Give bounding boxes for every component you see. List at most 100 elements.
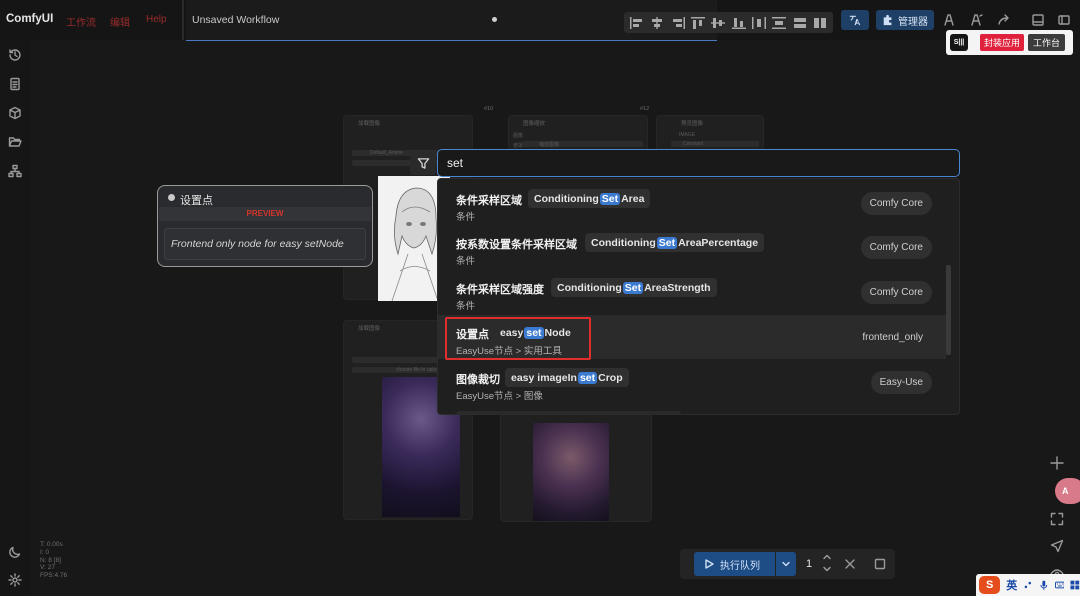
punctuation-icon[interactable] — [1023, 580, 1033, 590]
node-title: 预览图像 — [681, 121, 704, 127]
align-center-h-icon[interactable] — [648, 16, 666, 30]
clear-queue-button[interactable] — [873, 557, 887, 571]
node-image-label: Default_Anime — [370, 150, 403, 156]
focus-icon — [1058, 15, 1070, 25]
canvas-node-preview-image[interactable]: 预览图像 IMAGE Constant — [656, 115, 764, 153]
left-sidebar — [0, 40, 30, 596]
portrait-image — [533, 423, 609, 521]
history-button[interactable] — [8, 48, 24, 64]
align-top-icon[interactable] — [689, 16, 707, 30]
stack-horizontal-icon[interactable] — [791, 16, 809, 30]
distribute-h-icon[interactable] — [750, 16, 768, 30]
manager-button[interactable]: 管理器 — [876, 10, 934, 30]
node-preview-card: 设置点 PREVIEW Frontend only node for easy … — [157, 185, 373, 267]
node-preview-title: 设置点 — [180, 195, 213, 207]
chip-prefix: easy imageIn — [511, 371, 577, 384]
select-mode-button[interactable] — [1050, 539, 1066, 555]
fit-view-button[interactable] — [1050, 512, 1066, 528]
cancel-run-button[interactable] — [843, 557, 857, 571]
theme-toggle-button[interactable] — [8, 545, 24, 561]
ime-language-toggle[interactable]: 英 — [1006, 577, 1017, 593]
perf-stats: T: 0.00s I: 0 N: 8 [8] V: 27 FPS:4.76 — [40, 541, 67, 580]
history-icon — [9, 49, 21, 61]
search-result-item[interactable]: 图像裁切 easy imageIn set Crop EasyUse节点 > 图像 … — [438, 360, 946, 404]
batch-count-stepper[interactable] — [820, 552, 834, 576]
chip-highlight: Set — [622, 281, 644, 294]
model-alt-icon — [971, 14, 983, 26]
canvas-node-image-scale[interactable]: 图像缩放 图像 遮罩 缩放图像 — [508, 115, 648, 153]
app-logo-icon: S||| — [950, 34, 968, 51]
node-library-button[interactable] — [8, 106, 24, 122]
menu-workflow[interactable]: 工作流 — [66, 14, 96, 29]
align-left-icon[interactable] — [628, 16, 646, 30]
result-source-badge: Comfy Core — [860, 236, 932, 259]
settings-button[interactable] — [8, 573, 24, 589]
node-search-input[interactable]: set — [437, 149, 960, 177]
translate-fab-label: A — [1062, 486, 1069, 496]
unsaved-dot-icon — [492, 17, 497, 22]
chip-suffix: Area — [621, 192, 645, 205]
grid-menu-icon[interactable] — [1070, 580, 1080, 590]
ime-logo-icon[interactable]: S — [979, 576, 1001, 594]
search-result-item[interactable]: 条件采样区域 Conditioning Set Area 条件 Comfy Core — [438, 181, 946, 225]
translate-button[interactable] — [841, 10, 869, 30]
batch-count-input[interactable]: 1 — [806, 558, 812, 570]
align-right-icon[interactable] — [669, 16, 687, 30]
results-scrollbar[interactable] — [946, 265, 951, 355]
chip-prefix: Conditioning — [557, 281, 622, 294]
canvas-node-id: #10 — [484, 106, 494, 112]
result-category: 条件 — [456, 256, 476, 267]
result-display-name: 按系数设置条件采样区域 — [456, 239, 577, 251]
undo-button[interactable] — [967, 11, 985, 29]
workflows-button[interactable] — [8, 164, 24, 180]
comfyui-window: 加载图像 Default_Anime #10 图像缩放 图像 遮罩 缩放图像 #… — [0, 0, 1080, 596]
panel-icon — [1032, 14, 1044, 26]
send-icon — [1050, 539, 1064, 553]
search-results-list: 条件采样区域 Conditioning Set Area 条件 Comfy Core… — [437, 178, 960, 415]
model-icon — [944, 14, 954, 26]
model-download-button[interactable] — [940, 11, 958, 29]
node-preview-header: PREVIEW — [159, 207, 371, 221]
run-toolbar: 执行队列 1 — [680, 549, 895, 579]
chevron-down-icon — [782, 561, 790, 567]
run-mode-dropdown[interactable] — [776, 552, 796, 576]
next-result-partial — [456, 411, 681, 414]
node-title: 加载图像 — [358, 326, 381, 332]
zoom-in-button[interactable] — [1050, 456, 1066, 472]
stop-icon — [874, 558, 886, 570]
workflow-tab-title: Unsaved Workflow — [192, 14, 280, 26]
share-arrow-icon — [998, 14, 1009, 25]
queue-button[interactable] — [8, 77, 24, 93]
stack-vertical-icon[interactable] — [811, 16, 829, 30]
share-button[interactable] — [995, 11, 1013, 29]
canvas-node-preview-image-2[interactable] — [500, 410, 652, 522]
distribute-v-icon[interactable] — [770, 16, 788, 30]
result-source-badge: Easy-Use — [870, 371, 932, 394]
filter-button[interactable] — [410, 151, 436, 175]
node-input-label: IMAGE — [679, 132, 696, 138]
focus-mode-button[interactable] — [1055, 11, 1073, 29]
model-library-button[interactable] — [8, 135, 24, 151]
tab-divider — [182, 0, 184, 40]
workbench-button[interactable]: 工作台 — [1028, 34, 1066, 51]
sitemap-icon — [8, 164, 22, 178]
menu-help[interactable]: Help — [146, 14, 167, 25]
align-bottom-icon[interactable] — [730, 16, 748, 30]
search-result-item[interactable]: 条件采样区域强度 Conditioning Set AreaStrength 条件 … — [438, 270, 946, 314]
menu-edit[interactable]: 编辑 — [110, 14, 130, 29]
align-center-v-icon[interactable] — [709, 16, 727, 30]
floating-app-bar: S||| 封装应用 工作台 — [946, 30, 1073, 55]
moon-icon — [9, 546, 21, 558]
result-class-chip: easy imageIn set Crop — [505, 368, 629, 387]
translate-fab-button[interactable]: A — [1055, 478, 1080, 504]
pack-app-button[interactable]: 封装应用 — [980, 34, 1025, 51]
chip-prefix: Conditioning — [591, 236, 656, 249]
keyboard-icon[interactable] — [1054, 580, 1065, 590]
search-result-item[interactable]: 按系数设置条件采样区域 Conditioning Set AreaPercentag… — [438, 225, 946, 269]
chip-suffix: AreaPercentage — [678, 236, 759, 249]
result-source-badge: Comfy Core — [860, 281, 932, 304]
microphone-icon[interactable] — [1039, 580, 1049, 590]
filter-icon — [417, 157, 429, 169]
queue-run-button[interactable]: 执行队列 — [694, 552, 775, 576]
bottom-panel-toggle[interactable] — [1029, 11, 1047, 29]
